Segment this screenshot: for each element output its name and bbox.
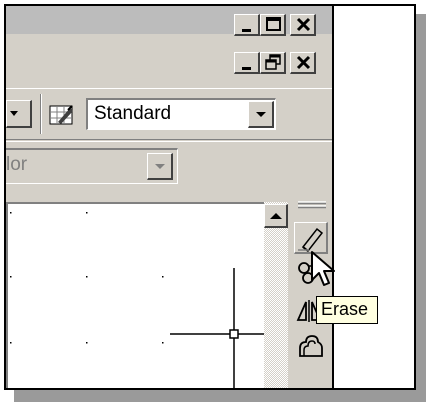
offset-icon: [299, 335, 323, 357]
app-window: Standard lor Erase: [4, 4, 416, 390]
text-style-select[interactable]: Standard: [86, 98, 276, 130]
color-dropdown-button[interactable]: [147, 153, 173, 180]
text-style-value: Standard: [94, 103, 172, 124]
previous-dropdown-button[interactable]: [6, 100, 32, 128]
minimize-icon: [242, 29, 251, 32]
toolbar-grip: [298, 201, 326, 209]
vertical-scrollbar[interactable]: [264, 202, 288, 388]
crosshair-cursor: [170, 268, 264, 388]
restore-icon: [265, 54, 281, 70]
tooltip: Erase: [316, 296, 378, 324]
close-icon: [296, 55, 311, 70]
text-style-icon[interactable]: [48, 102, 76, 128]
toolbar-separator: [40, 94, 42, 134]
arrow-up-icon: [270, 213, 282, 219]
desktop-background: [332, 6, 414, 388]
doc-minimize-button[interactable]: [234, 52, 260, 74]
chevron-down-icon: [256, 112, 266, 117]
maximize-icon: [266, 17, 281, 31]
modify-toolbar: [290, 194, 332, 388]
color-control-select[interactable]: lor: [6, 148, 178, 184]
app-maximize-button[interactable]: [260, 14, 286, 36]
minimize-icon: [242, 67, 251, 70]
erase-icon: [298, 227, 324, 253]
chevron-down-icon: [10, 111, 18, 116]
chevron-down-icon: [155, 164, 165, 169]
color-control-value: lor: [6, 154, 28, 175]
doc-restore-button[interactable]: [260, 52, 286, 74]
mouse-pointer-icon: [311, 251, 335, 286]
offset-button[interactable]: [294, 330, 328, 362]
scroll-up-button[interactable]: [264, 204, 288, 228]
text-style-dropdown-button[interactable]: [248, 101, 274, 128]
app-close-button[interactable]: [290, 14, 316, 36]
doc-close-button[interactable]: [290, 52, 316, 74]
drawing-area[interactable]: [6, 202, 264, 388]
close-icon: [296, 17, 311, 32]
app-minimize-button[interactable]: [234, 14, 260, 36]
